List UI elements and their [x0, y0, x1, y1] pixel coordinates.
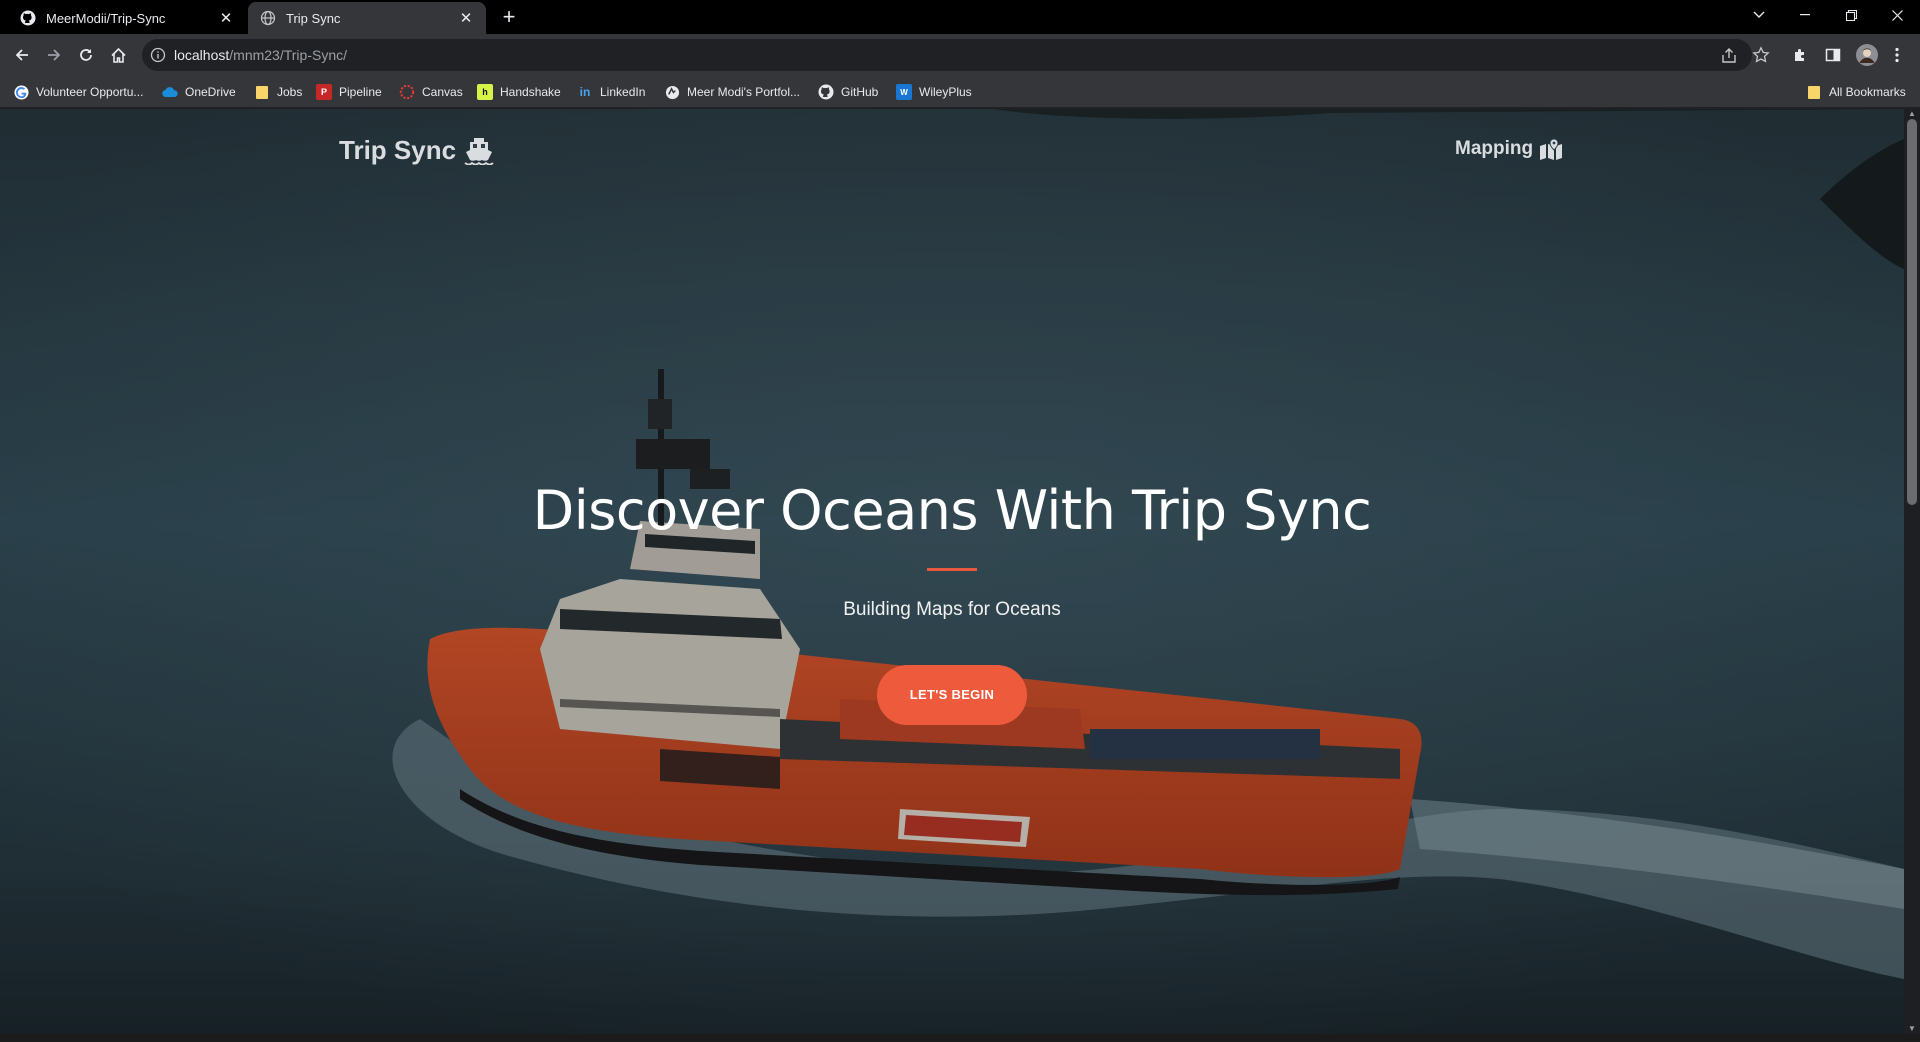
puzzle-icon: [1795, 49, 1804, 61]
reload-icon: [80, 49, 92, 61]
new-tab-button[interactable]: +: [496, 5, 522, 31]
side-panel-icon: [1825, 48, 1841, 62]
google-icon: [13, 84, 29, 100]
all-bookmarks-button[interactable]: All Bookmarks: [1806, 83, 1906, 101]
nav-link-label: Mapping: [1455, 138, 1534, 159]
hero-section: Discover Oceans With Trip Sync Building …: [0, 479, 1904, 725]
restore-button[interactable]: [1828, 0, 1874, 30]
site-logo-link[interactable]: Trip Sync: [339, 135, 494, 166]
bookmark-wileyplus[interactable]: W WileyPlus: [896, 83, 972, 101]
bookmark-volunteer[interactable]: Volunteer Opportu...: [13, 83, 143, 101]
bookmark-handshake[interactable]: h Handshake: [477, 83, 561, 101]
tab-trip-sync[interactable]: Trip Sync ✕: [248, 2, 486, 34]
wileyplus-icon: W: [896, 84, 912, 100]
avatar-icon: [1856, 44, 1878, 66]
tab-search-button[interactable]: [1736, 0, 1782, 30]
url-host: localhost: [174, 47, 230, 63]
bookmark-label: WileyPlus: [919, 85, 972, 99]
browser-toolbar: localhost/mnm23/Trip-Sync/: [0, 34, 1920, 76]
page-scrollbar[interactable]: ▲ ▼: [1904, 109, 1920, 1034]
minimize-icon: [1800, 14, 1810, 16]
scrollbar-thumb[interactable]: [1907, 119, 1917, 505]
globe-icon: [260, 10, 276, 26]
handshake-icon: h: [477, 84, 493, 100]
bookmark-label: Meer Modi's Portfol...: [687, 85, 800, 99]
canvas-icon: [399, 84, 415, 100]
bookmark-portfolio[interactable]: Meer Modi's Portfol...: [664, 83, 800, 101]
url-text: localhost/mnm23/Trip-Sync/: [174, 47, 347, 63]
home-icon: [110, 47, 126, 63]
github-icon: [818, 84, 834, 100]
bookmark-jobs[interactable]: Jobs: [254, 83, 302, 101]
bookmark-label: Handshake: [500, 85, 561, 99]
tab-title: Trip Sync: [286, 10, 341, 26]
hero-subtitle: Building Maps for Oceans: [843, 599, 1061, 620]
map-location-icon: [1540, 138, 1563, 160]
bookmark-onedrive[interactable]: OneDrive: [162, 83, 236, 101]
scroll-up-icon[interactable]: ▲: [1904, 109, 1920, 119]
bookmark-pipeline[interactable]: P Pipeline: [316, 83, 382, 101]
info-icon[interactable]: [150, 47, 166, 63]
minimize-button[interactable]: [1782, 0, 1828, 30]
arrow-left-icon: [15, 49, 28, 61]
bookmark-label: Canvas: [422, 85, 463, 99]
close-window-button[interactable]: [1874, 0, 1920, 30]
bookmark-label: Volunteer Opportu...: [36, 85, 144, 99]
close-icon: [1891, 9, 1903, 21]
bookmark-label: Jobs: [277, 85, 303, 99]
chevron-down-icon: [1753, 11, 1765, 18]
title-divider: [927, 568, 977, 571]
address-bar[interactable]: localhost/mnm23/Trip-Sync/: [142, 39, 1770, 71]
bookmark-linkedin[interactable]: in LinkedIn: [577, 83, 646, 101]
brand-name: Trip Sync: [339, 135, 457, 165]
linkedin-icon: in: [579, 85, 591, 99]
github-icon: [20, 10, 36, 26]
scroll-down-icon[interactable]: ▼: [1904, 1024, 1920, 1034]
home-button[interactable]: [104, 41, 132, 69]
close-icon[interactable]: ✕: [458, 9, 474, 27]
tab-strip: MeerModii/Trip-Sync ✕ Trip Sync ✕ +: [0, 0, 1920, 34]
ship-icon: [464, 137, 494, 165]
pipeline-icon: P: [316, 84, 332, 100]
star-icon[interactable]: [1752, 46, 1770, 64]
bookmark-label: Pipeline: [339, 85, 382, 99]
menu-button[interactable]: [1887, 45, 1907, 65]
nav-link-mapping[interactable]: Mapping: [1455, 138, 1563, 160]
bookmark-canvas[interactable]: Canvas: [399, 83, 463, 101]
reload-button[interactable]: [72, 41, 100, 69]
page-viewport: Trip Sync Mapping Discover Oceans With T…: [0, 109, 1904, 1034]
bookmarks-bar: Volunteer Opportu... OneDrive Jobs P Pip…: [0, 76, 1920, 108]
tab-github[interactable]: MeerModii/Trip-Sync ✕: [8, 2, 246, 34]
bookmark-label: LinkedIn: [600, 85, 646, 99]
site-navbar: Trip Sync Mapping: [0, 109, 1904, 189]
url-path: /mnm23/Trip-Sync/: [229, 47, 347, 63]
extensions-button[interactable]: [1791, 45, 1811, 65]
folder-icon: [1806, 84, 1822, 100]
portfolio-icon: [664, 84, 680, 100]
arrow-right-icon: [48, 49, 61, 61]
folder-icon: [254, 84, 270, 100]
kebab-menu-icon: [1895, 47, 1899, 63]
os-taskbar-edge: [0, 1034, 1920, 1042]
side-panel-button[interactable]: [1823, 45, 1843, 65]
bookmark-label: GitHub: [841, 85, 879, 99]
profile-avatar[interactable]: [1855, 43, 1879, 67]
lets-begin-button[interactable]: LET'S BEGIN: [877, 665, 1027, 725]
tab-title: MeerModii/Trip-Sync: [46, 10, 166, 26]
share-icon[interactable]: [1720, 47, 1738, 65]
bookmark-label: OneDrive: [185, 85, 236, 99]
forward-button[interactable]: [40, 41, 68, 69]
back-button[interactable]: [8, 41, 36, 69]
close-icon[interactable]: ✕: [218, 9, 234, 27]
bookmark-github[interactable]: GitHub: [818, 83, 878, 101]
hero-title: Discover Oceans With Trip Sync: [532, 479, 1372, 542]
restore-icon: [1845, 9, 1857, 21]
onedrive-icon: [162, 84, 178, 100]
all-bookmarks-label: All Bookmarks: [1829, 85, 1906, 99]
